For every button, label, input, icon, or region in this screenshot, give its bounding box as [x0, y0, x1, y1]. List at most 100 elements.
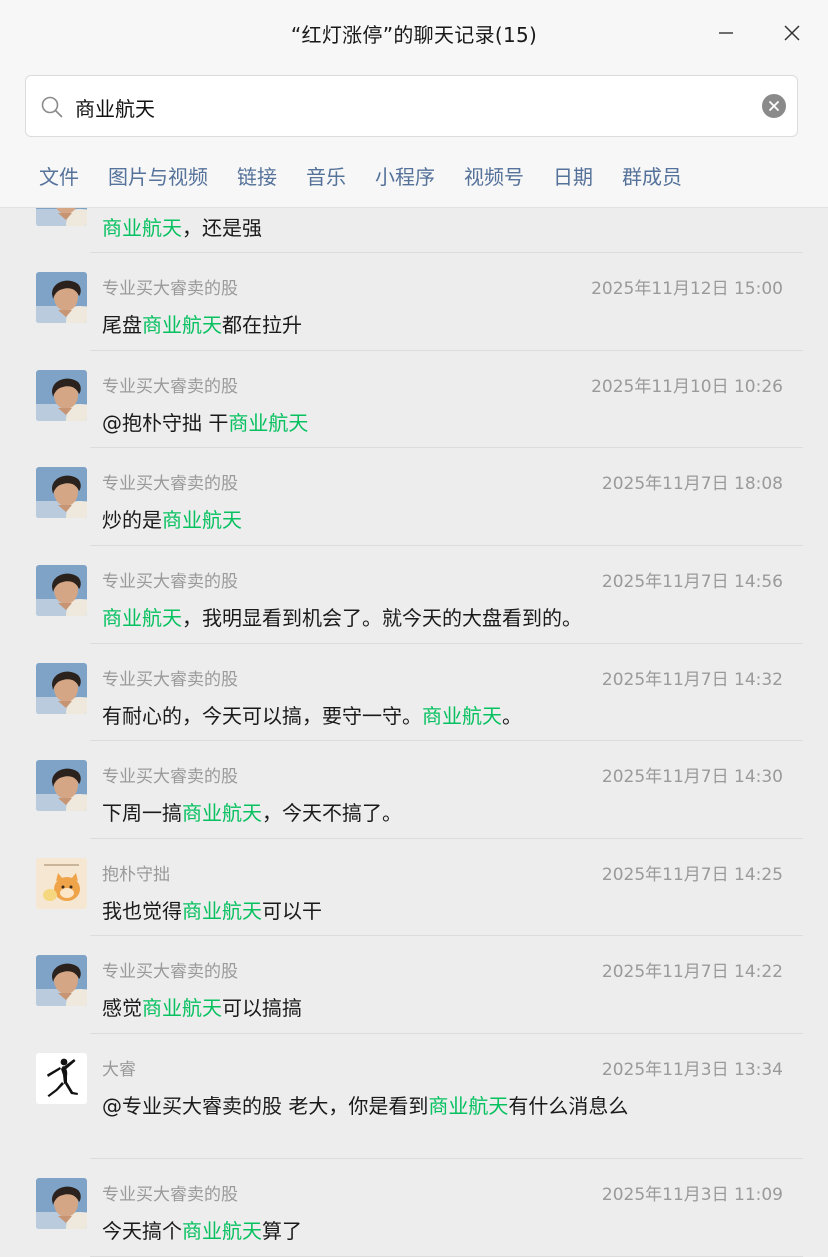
message-text-segment: @抱朴守拙 干	[102, 411, 229, 435]
boy-avatar[interactable]	[36, 955, 87, 1006]
close-icon	[784, 25, 800, 41]
search-result-item[interactable]: 专业买大睿卖的股 2025年11月3日 11:09 今天搞个商业航天算了	[0, 1159, 828, 1257]
boy-avatar[interactable]	[36, 272, 87, 323]
message-timestamp: 2025年11月10日 10:26	[591, 377, 783, 397]
sender-name: 专业买大睿卖的股	[102, 670, 238, 690]
search-results-list[interactable]: 商业航天，还是强 专业买大睿卖的股 2025年11月12日 15:00 尾盘商业航天都…	[0, 208, 828, 1257]
clear-icon	[769, 101, 779, 111]
sender-name: 专业买大睿卖的股	[102, 767, 238, 787]
search-result-item[interactable]: 抱朴守拙 2025年11月7日 14:25 我也觉得商业航天可以干	[0, 839, 828, 936]
boy-avatar-image	[36, 370, 87, 421]
message-text: 炒的是商业航天	[102, 503, 662, 537]
sender-name: 专业买大睿卖的股	[102, 572, 238, 592]
minimize-icon	[719, 32, 733, 34]
keyword-highlight: 商业航天	[228, 411, 309, 435]
message-text-segment: 下周一搞	[102, 801, 182, 825]
boy-avatar[interactable]	[36, 663, 87, 714]
sender-name: 大睿	[102, 1060, 136, 1080]
message-timestamp: 2025年11月3日 11:09	[601, 1185, 783, 1205]
search-result-item[interactable]: 大睿 2025年11月3日 13:34 @专业买大睿卖的股 老大，你是看到商业航天有…	[0, 1034, 828, 1159]
message-text: 感觉商业航天可以搞搞	[102, 991, 662, 1025]
boy-avatar[interactable]	[36, 467, 87, 518]
keyword-highlight: 商业航天	[182, 899, 262, 923]
message-text-segment: 今天搞个	[102, 1219, 182, 1243]
message-timestamp: 2025年11月7日 14:56	[601, 572, 783, 592]
search-result-item[interactable]: 专业买大睿卖的股 2025年11月7日 18:08 炒的是商业航天	[0, 448, 828, 546]
sender-name: 专业买大睿卖的股	[102, 474, 238, 494]
boy-avatar[interactable]	[36, 1178, 87, 1229]
filter-tab-channels[interactable]: 视频号	[464, 163, 524, 191]
boy-avatar-image	[36, 565, 87, 616]
search-result-item[interactable]: 商业航天，还是强	[0, 208, 828, 253]
search-result-item[interactable]: 专业买大睿卖的股 2025年11月7日 14:30 下周一搞商业航天，今天不搞了。	[0, 741, 828, 839]
boy-avatar-image	[36, 760, 87, 811]
boy-avatar[interactable]	[36, 208, 87, 226]
message-text: 今天搞个商业航天算了	[102, 1214, 662, 1248]
search-result-item[interactable]: 专业买大睿卖的股 2025年11月12日 15:00 尾盘商业航天都在拉升	[0, 253, 828, 351]
message-text-segment: 感觉	[102, 996, 142, 1020]
search-result-item[interactable]: 专业买大睿卖的股 2025年11月7日 14:22 感觉商业航天可以搞搞	[0, 936, 828, 1034]
boy-avatar-image	[36, 1178, 87, 1229]
search-result-item[interactable]: 专业买大睿卖的股 2025年11月10日 10:26 @抱朴守拙 干商业航天	[0, 351, 828, 448]
jumpman-logo-avatar-image	[36, 1053, 87, 1104]
clear-search-button[interactable]	[762, 94, 786, 118]
message-text-segment: 我也觉得	[102, 899, 182, 923]
keyword-highlight: 商业航天	[162, 508, 242, 532]
message-text-segment: @专业买大睿卖的股 老大，你是看到	[102, 1094, 429, 1118]
sender-name: 专业买大睿卖的股	[102, 1185, 238, 1205]
boy-avatar-image	[36, 663, 87, 714]
message-text-segment: 尾盘	[102, 313, 142, 337]
message-text-segment: 都在拉升	[222, 313, 302, 337]
sender-name: 专业买大睿卖的股	[102, 962, 238, 982]
filter-tab-mini-programs[interactable]: 小程序	[375, 163, 435, 191]
filter-tab-date[interactable]: 日期	[553, 163, 593, 191]
message-text-segment: ，我明显看到机会了。就今天的大盘看到的。	[182, 606, 582, 630]
message-text-segment: ，还是强	[182, 216, 262, 240]
message-timestamp: 2025年11月7日 14:30	[601, 767, 783, 787]
message-timestamp: 2025年11月7日 14:22	[601, 962, 783, 982]
message-text: 我也觉得商业航天可以干	[102, 894, 662, 928]
boy-avatar[interactable]	[36, 370, 87, 421]
message-timestamp: 2025年11月3日 13:34	[601, 1060, 783, 1080]
filter-tab-members[interactable]: 群成员	[622, 163, 682, 191]
filter-tab-media[interactable]: 图片与视频	[108, 163, 208, 191]
filter-tab-music[interactable]: 音乐	[306, 163, 346, 191]
message-text-segment: 算了	[262, 1219, 302, 1243]
boy-avatar[interactable]	[36, 565, 87, 616]
search-input[interactable]	[75, 89, 745, 125]
search-result-item[interactable]: 专业买大睿卖的股 2025年11月7日 14:56 商业航天，我明显看到机会了。就今…	[0, 546, 828, 644]
sender-name: 专业买大睿卖的股	[102, 377, 238, 397]
search-result-item[interactable]: 专业买大睿卖的股 2025年11月7日 14:32 有耐心的，今天可以搞，要守一守。…	[0, 644, 828, 741]
keyword-highlight: 商业航天	[428, 1094, 509, 1118]
filter-tab-files[interactable]: 文件	[39, 163, 79, 191]
minimize-button[interactable]	[711, 18, 741, 48]
search-results-scroll-content: 商业航天，还是强 专业买大睿卖的股 2025年11月12日 15:00 尾盘商业航天都…	[0, 208, 828, 1257]
message-text-segment: 。	[502, 704, 522, 728]
filter-tab-links[interactable]: 链接	[237, 163, 277, 191]
boy-avatar[interactable]	[36, 760, 87, 811]
search-icon	[41, 96, 63, 118]
message-text: @专业买大睿卖的股 老大，你是看到商业航天有什么消息么	[102, 1089, 662, 1123]
message-text-segment: ，今天不搞了。	[262, 801, 402, 825]
sender-name: 专业买大睿卖的股	[102, 279, 238, 299]
message-text-segment: 可以搞搞	[222, 996, 302, 1020]
keyword-highlight: 商业航天	[102, 216, 182, 240]
cartoon-cat-avatar[interactable]	[36, 858, 87, 909]
message-text-segment: 有耐心的，今天可以搞，要守一守。	[102, 704, 422, 728]
keyword-highlight: 商业航天	[142, 313, 222, 337]
search-box[interactable]	[25, 75, 798, 137]
message-text-segment: 有什么消息么	[508, 1094, 629, 1118]
window-title: “红灯涨停”的聊天记录(15)	[290, 23, 538, 47]
cartoon-cat-avatar-image	[36, 858, 87, 909]
message-timestamp: 2025年11月7日 18:08	[601, 474, 783, 494]
message-timestamp: 2025年11月7日 14:25	[601, 865, 783, 885]
jumpman-logo-avatar[interactable]	[36, 1053, 87, 1104]
message-timestamp: 2025年11月12日 15:00	[591, 279, 783, 299]
keyword-highlight: 商业航天	[182, 1219, 262, 1243]
message-text: 尾盘商业航天都在拉升	[102, 308, 662, 342]
keyword-highlight: 商业航天	[142, 996, 222, 1020]
message-text: 商业航天，我明显看到机会了。就今天的大盘看到的。	[102, 601, 662, 635]
boy-avatar-image	[36, 208, 87, 226]
message-timestamp: 2025年11月7日 14:32	[601, 670, 783, 690]
close-button[interactable]	[777, 18, 807, 48]
